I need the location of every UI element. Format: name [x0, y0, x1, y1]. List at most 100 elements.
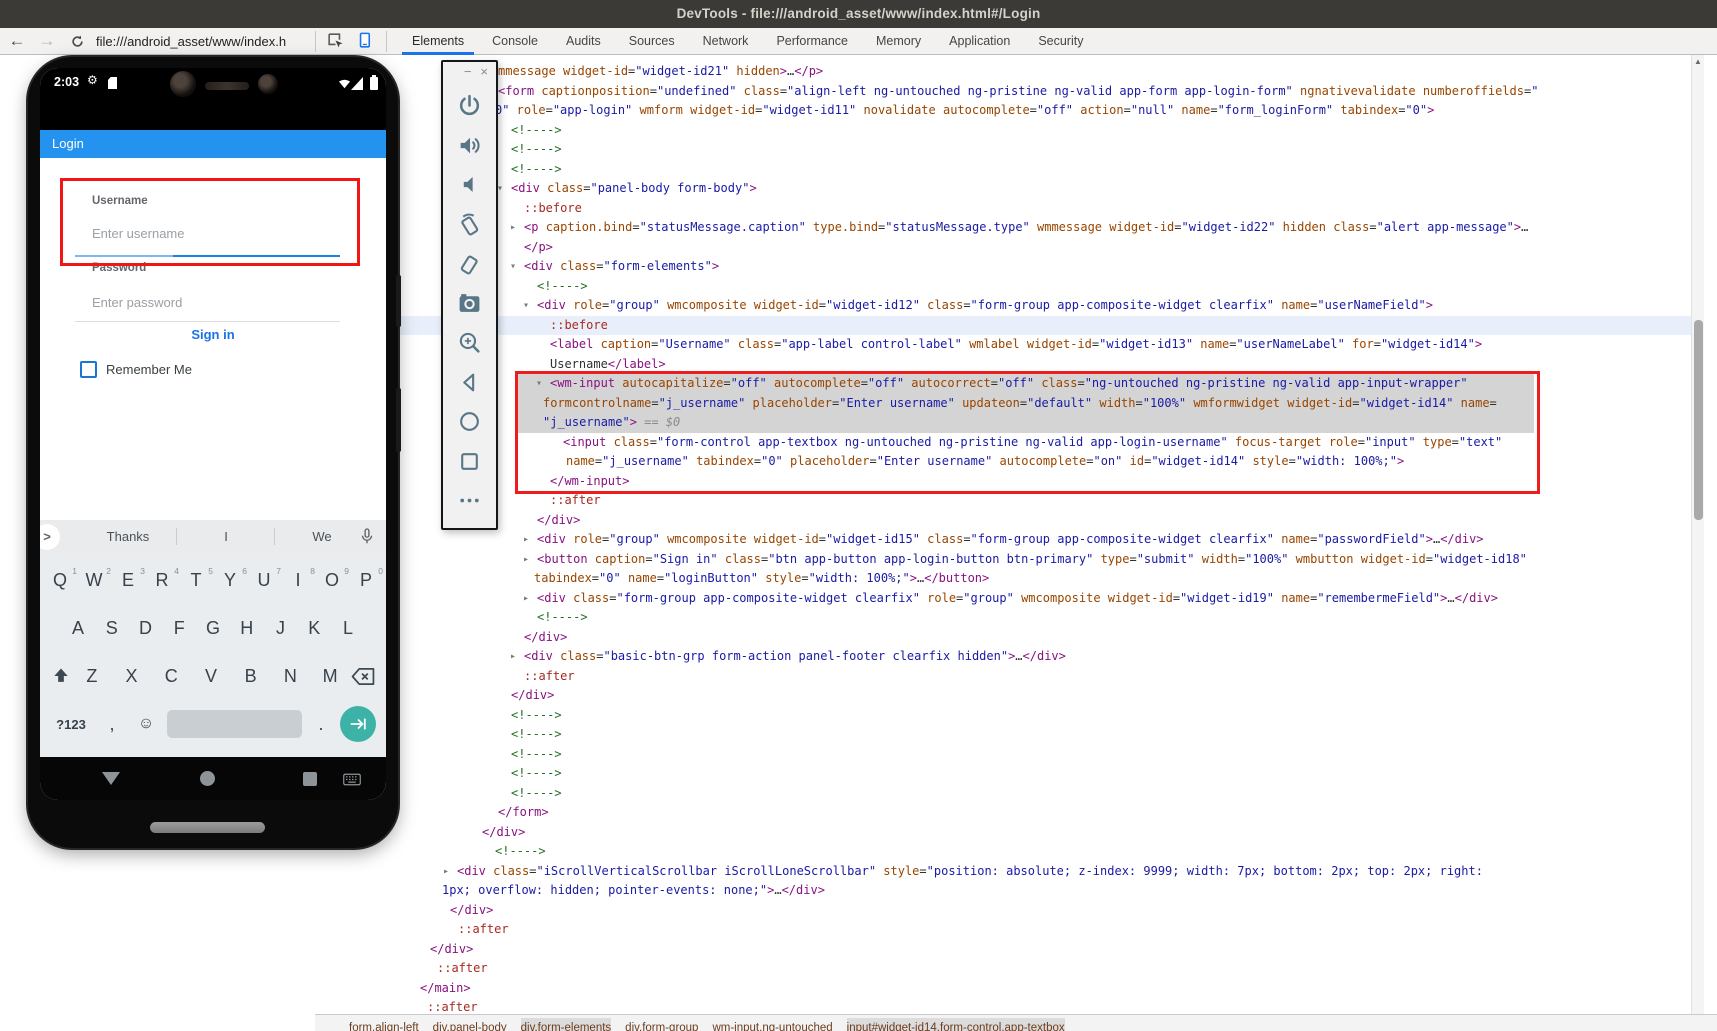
expand-arrow-closed-icon[interactable]: ▸ — [510, 218, 516, 238]
code-line[interactable]: ▸<div class="iScrollVerticalScrollbar iS… — [315, 862, 1704, 882]
code-line[interactable]: <!----> — [315, 706, 1704, 726]
key-w[interactable]: W2 — [80, 570, 108, 591]
key-m[interactable]: M — [317, 666, 343, 687]
device-toolbar-icon[interactable] — [355, 31, 377, 52]
breadcrumb-item[interactable]: div.form-elements — [521, 1018, 612, 1031]
key-s[interactable]: S — [98, 618, 126, 639]
remember-checkbox[interactable] — [80, 361, 97, 378]
expand-arrow-closed-icon[interactable]: ▸ — [510, 647, 516, 667]
key-p[interactable]: P0 — [352, 570, 380, 591]
inspect-icon[interactable] — [326, 31, 348, 52]
tab-security[interactable]: Security — [1024, 28, 1097, 55]
key-y[interactable]: Y6 — [216, 570, 244, 591]
key-i[interactable]: I8 — [284, 570, 312, 591]
suggestion-word[interactable]: We — [282, 520, 362, 553]
key-o[interactable]: O9 — [318, 570, 346, 591]
period-key[interactable]: . — [309, 714, 333, 735]
signin-button[interactable]: Sign in — [40, 327, 386, 342]
code-line[interactable]: <!----> — [315, 608, 1704, 628]
code-line[interactable]: ▸<button caption="Sign in" class="btn ap… — [315, 550, 1704, 570]
code-line[interactable]: <input class="form-control app-textbox n… — [315, 433, 1704, 453]
key-r[interactable]: R4 — [148, 570, 176, 591]
key-t[interactable]: T5 — [182, 570, 210, 591]
tab-performance[interactable]: Performance — [762, 28, 862, 55]
expand-arrow-closed-icon[interactable]: ▸ — [443, 862, 449, 882]
breadcrumb-item[interactable]: div.form-group — [625, 1018, 698, 1031]
code-line[interactable]: ::after — [315, 959, 1704, 979]
code-line[interactable]: ▾<form captionposition="undefined" class… — [315, 82, 1704, 102]
forward-button[interactable]: → — [34, 28, 60, 55]
suggestion-word[interactable]: Thanks — [88, 520, 168, 553]
toolbar-close-button[interactable]: × — [480, 65, 488, 79]
code-line[interactable]: 0" role="app-login" wmform widget-id="wi… — [315, 101, 1704, 121]
breadcrumb-item[interactable]: wm-input.ng-untouched — [712, 1018, 832, 1031]
key-u[interactable]: U7 — [250, 570, 278, 591]
code-line[interactable]: ▾<wm-input autocapitalize="off" autocomp… — [315, 374, 1704, 394]
code-line[interactable]: </div> — [315, 686, 1704, 706]
code-line[interactable]: Username</label> — [315, 355, 1704, 375]
scroll-up-arrow[interactable]: ▲ — [1694, 57, 1702, 66]
key-q[interactable]: Q1 — [46, 570, 74, 591]
code-line[interactable]: <!----> — [315, 277, 1704, 297]
code-line[interactable]: </p> — [315, 238, 1704, 258]
expand-arrow-open-icon[interactable]: ▾ — [536, 374, 542, 394]
code-line[interactable]: ::after — [315, 920, 1704, 940]
code-line[interactable]: ▸<p caption.bind="statusMessage.caption"… — [315, 218, 1704, 238]
username-input[interactable]: Enter username — [92, 226, 185, 241]
backspace-key[interactable] — [350, 667, 376, 686]
key-e[interactable]: E3 — [114, 570, 142, 591]
password-input[interactable]: Enter password — [92, 295, 182, 310]
emoji-key[interactable]: ☺ — [132, 715, 160, 733]
code-line[interactable]: ▾<div class="panel-body form-body"> — [315, 179, 1704, 199]
overview-icon[interactable] — [455, 446, 485, 476]
code-line[interactable]: "j_username"> == $0 — [315, 413, 1704, 433]
key-g[interactable]: G — [199, 618, 227, 639]
code-line[interactable]: <!----> — [315, 725, 1704, 745]
code-line[interactable]: ::before — [315, 199, 1704, 219]
key-f[interactable]: F — [165, 618, 193, 639]
home-icon[interactable] — [455, 407, 485, 437]
code-line[interactable]: </div> — [315, 823, 1704, 843]
key-n[interactable]: N — [277, 666, 303, 687]
breadcrumb-item[interactable]: div.panel-body — [433, 1018, 507, 1031]
expand-arrow-open-icon[interactable]: ▾ — [523, 296, 529, 316]
more-icon[interactable] — [455, 486, 485, 516]
comma-key[interactable]: , — [99, 714, 125, 735]
code-line[interactable]: ▸<div class="form-group app-composite-wi… — [315, 589, 1704, 609]
code-line[interactable]: </div> — [315, 511, 1704, 531]
code-line[interactable]: 1px; overflow: hidden; pointer-events: n… — [315, 881, 1704, 901]
key-v[interactable]: V — [198, 666, 224, 687]
code-line[interactable]: <!----> — [315, 764, 1704, 784]
tab-application[interactable]: Application — [935, 28, 1024, 55]
key-a[interactable]: A — [64, 618, 92, 639]
code-line[interactable]: ::before — [315, 316, 1704, 336]
refresh-button[interactable] — [64, 28, 90, 55]
back-icon[interactable] — [455, 367, 485, 397]
code-line[interactable]: ▸<div class="basic-btn-grp form-action p… — [315, 647, 1704, 667]
code-line[interactable]: </wm-input> — [315, 472, 1704, 492]
space-key[interactable] — [167, 710, 302, 738]
code-line[interactable]: <label caption="Username" class="app-lab… — [315, 335, 1704, 355]
code-line[interactable]: <!----> — [315, 842, 1704, 862]
panel-scrollbar[interactable]: ▲ — [1691, 55, 1704, 1014]
nav-recents-button[interactable] — [303, 772, 317, 786]
expand-arrow-closed-icon[interactable]: ▸ — [523, 530, 529, 550]
code-line[interactable]: ::after — [315, 998, 1704, 1014]
nav-back-button[interactable] — [102, 772, 120, 785]
code-line[interactable]: ▾<div class="form-elements"> — [315, 257, 1704, 277]
code-line[interactable]: </div> — [315, 901, 1704, 921]
key-k[interactable]: K — [300, 618, 328, 639]
code-line[interactable]: tabindex="0" name="loginButton" style="w… — [315, 569, 1704, 589]
expand-arrow-open-icon[interactable]: ▾ — [510, 257, 516, 277]
code-line[interactable]: <!----> — [315, 140, 1704, 160]
tab-audits[interactable]: Audits — [552, 28, 615, 55]
code-line[interactable]: ▸<div role="group" wmcomposite widget-id… — [315, 530, 1704, 550]
microphone-icon[interactable] — [358, 527, 376, 546]
expand-arrow-closed-icon[interactable]: ▸ — [523, 550, 529, 570]
zoom-icon[interactable] — [455, 328, 485, 358]
key-j[interactable]: J — [267, 618, 295, 639]
enter-key[interactable] — [340, 706, 376, 742]
back-button[interactable]: ← — [4, 28, 30, 55]
symbols-key[interactable]: ?123 — [50, 717, 92, 732]
shift-key[interactable] — [50, 666, 72, 686]
